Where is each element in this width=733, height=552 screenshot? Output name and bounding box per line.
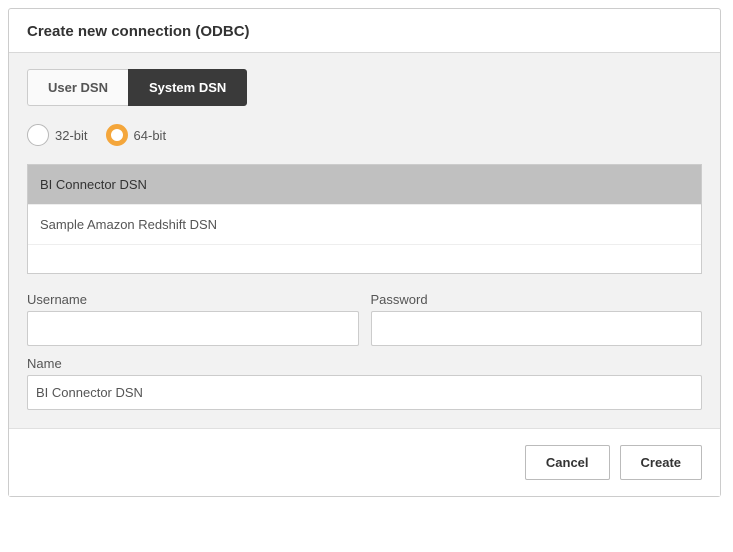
name-field-group: Name bbox=[27, 356, 702, 410]
tab-system-dsn[interactable]: System DSN bbox=[128, 69, 247, 106]
form-row-credentials: Username Password bbox=[27, 292, 702, 346]
dialog-footer: Cancel Create bbox=[9, 428, 720, 496]
name-label: Name bbox=[27, 356, 702, 371]
dialog-header: Create new connection (ODBC) bbox=[9, 9, 720, 53]
password-input[interactable] bbox=[371, 311, 703, 346]
tab-user-dsn[interactable]: User DSN bbox=[27, 69, 128, 106]
radio-circle-64 bbox=[106, 124, 128, 146]
radio-32bit[interactable]: 32-bit bbox=[27, 124, 88, 146]
create-connection-dialog: Create new connection (ODBC) User DSN Sy… bbox=[8, 8, 721, 497]
radio-64bit[interactable]: 64-bit bbox=[106, 124, 167, 146]
username-label: Username bbox=[27, 292, 359, 307]
name-input[interactable] bbox=[27, 375, 702, 410]
password-label: Password bbox=[371, 292, 703, 307]
dsn-list: BI Connector DSN Sample Amazon Redshift … bbox=[27, 164, 702, 274]
password-field-group: Password bbox=[371, 292, 703, 346]
radio-label-64: 64-bit bbox=[134, 128, 167, 143]
architecture-radio-group: 32-bit 64-bit bbox=[27, 124, 702, 146]
cancel-button[interactable]: Cancel bbox=[525, 445, 610, 480]
create-button[interactable]: Create bbox=[620, 445, 702, 480]
username-field-group: Username bbox=[27, 292, 359, 346]
radio-label-32: 32-bit bbox=[55, 128, 88, 143]
dsn-item-redshift[interactable]: Sample Amazon Redshift DSN bbox=[28, 205, 701, 245]
dialog-title: Create new connection (ODBC) bbox=[27, 23, 702, 40]
username-input[interactable] bbox=[27, 311, 359, 346]
dsn-item-bi-connector[interactable]: BI Connector DSN bbox=[28, 165, 701, 205]
dsn-list-spacer bbox=[28, 245, 701, 273]
radio-circle-32 bbox=[27, 124, 49, 146]
dsn-tabs: User DSN System DSN bbox=[27, 69, 702, 106]
dialog-body: User DSN System DSN 32-bit 64-bit BI Con… bbox=[9, 53, 720, 428]
